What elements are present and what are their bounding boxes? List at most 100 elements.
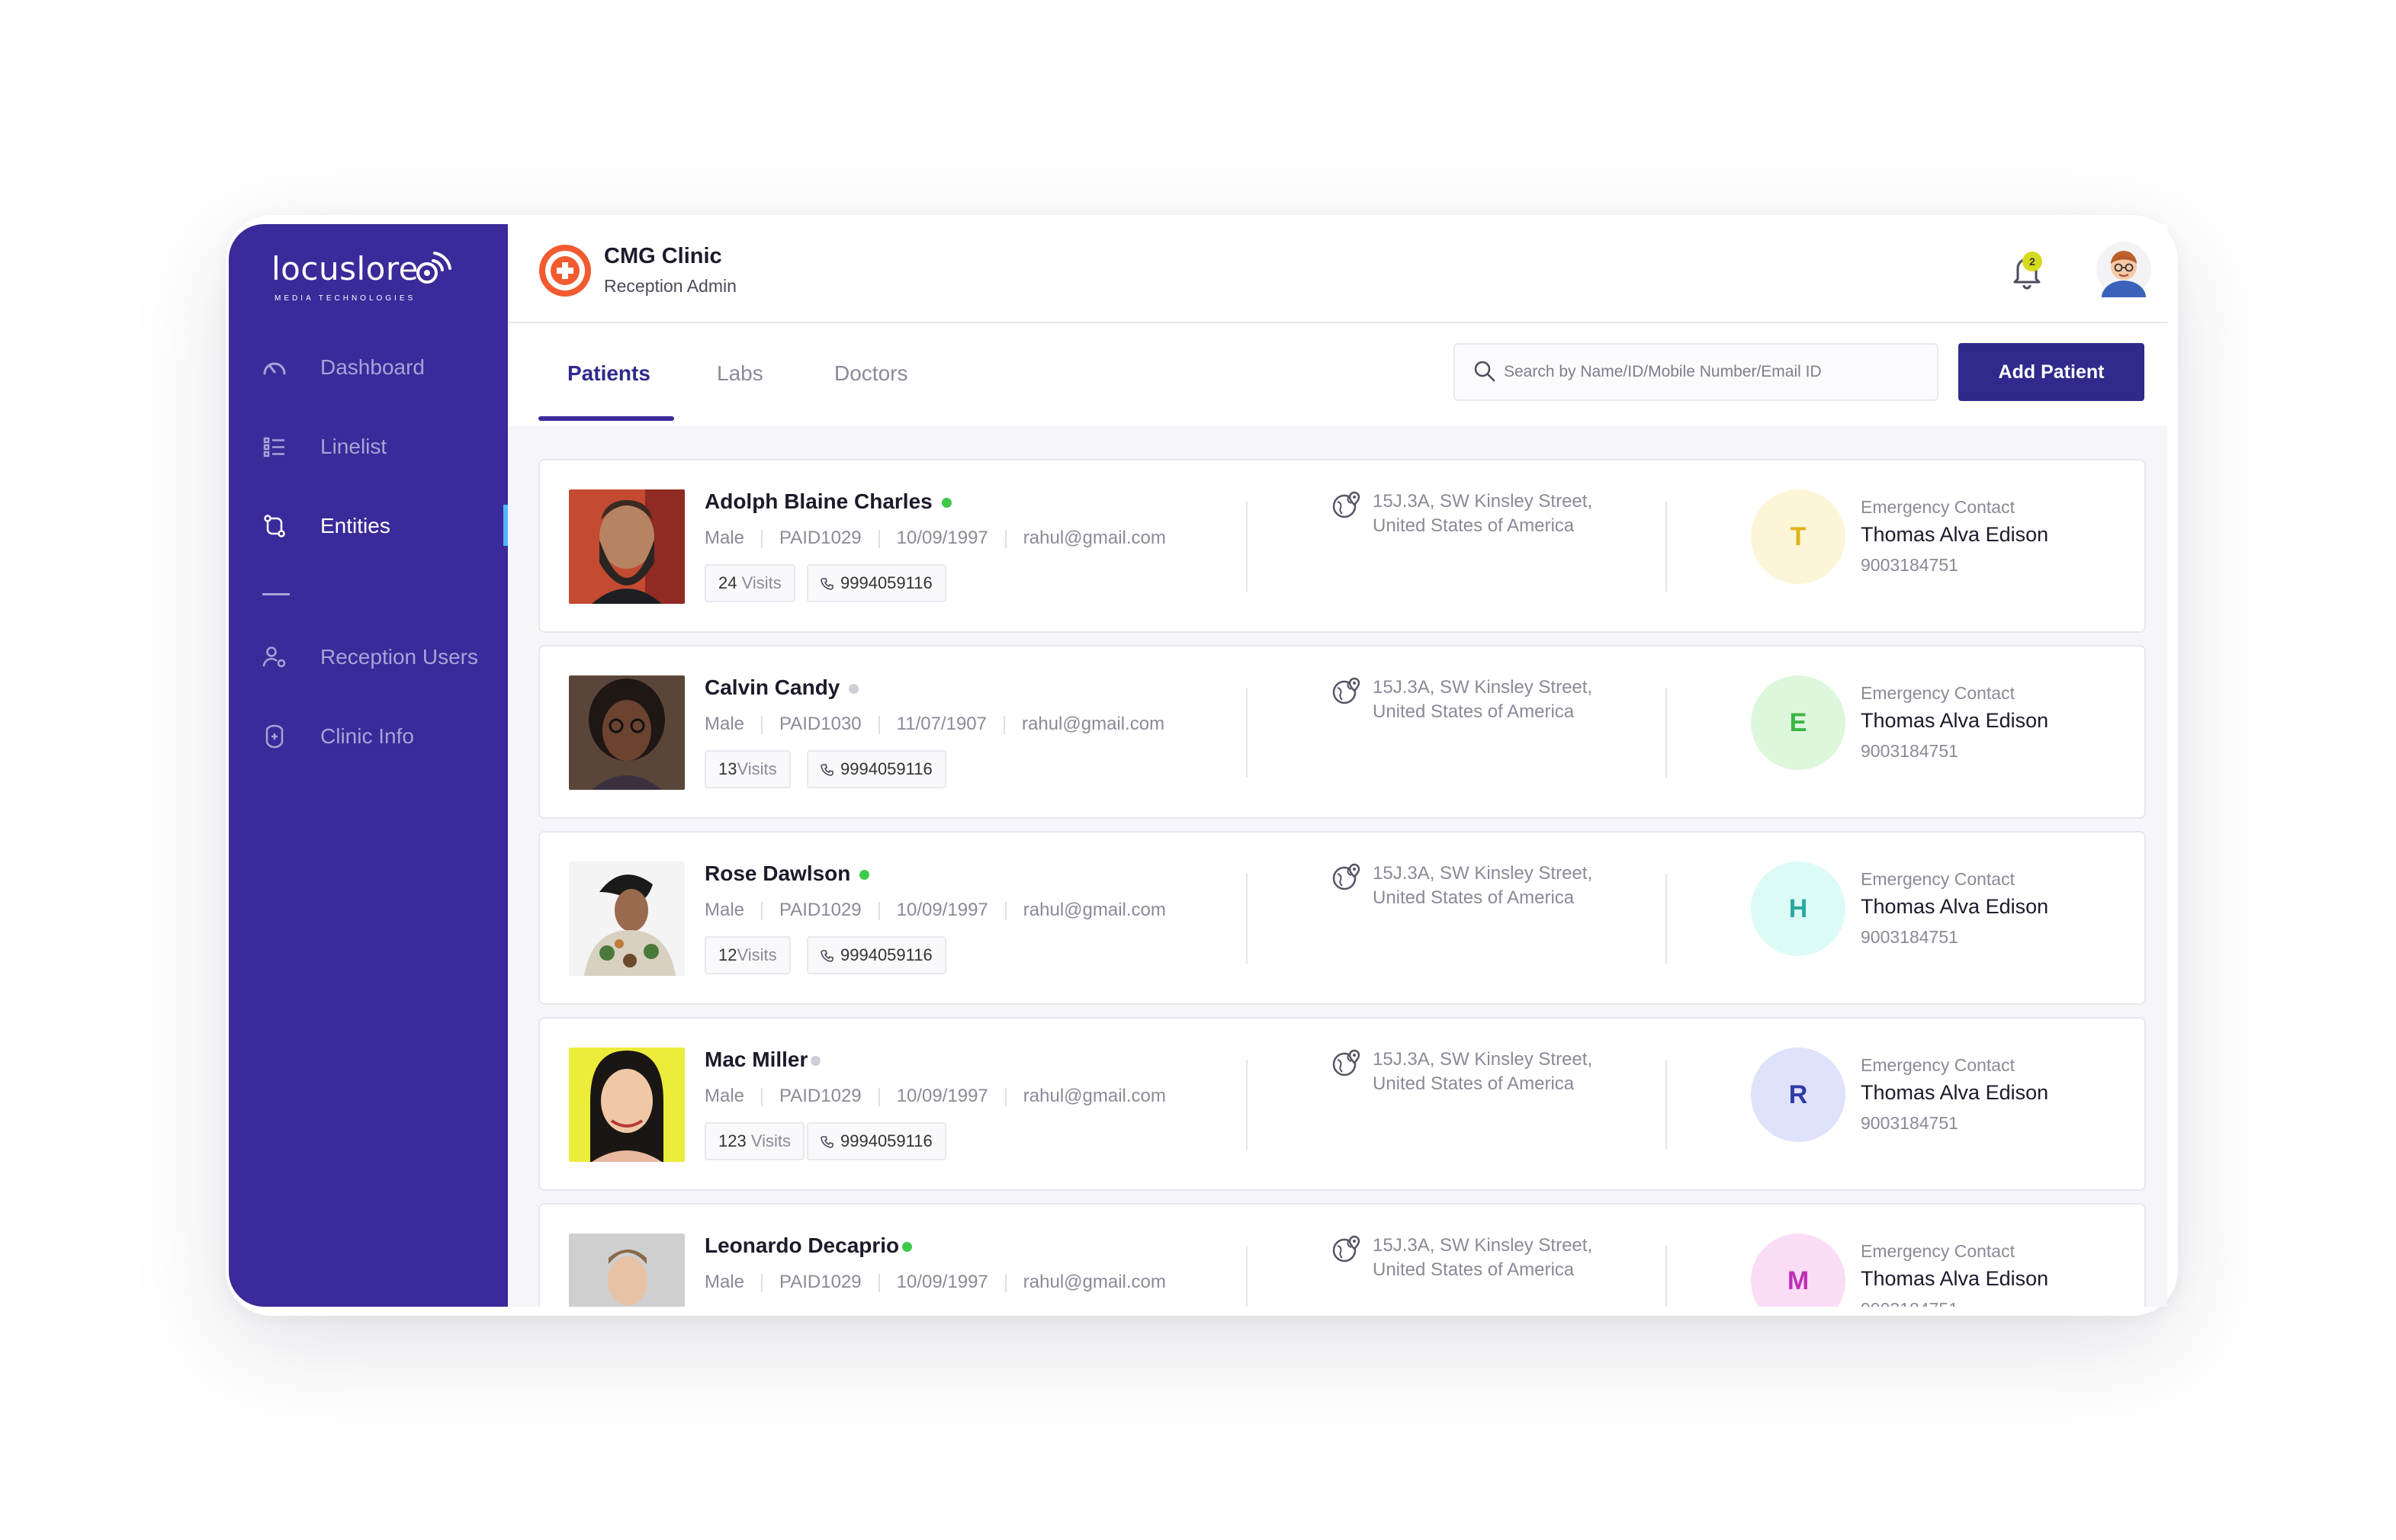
- patient-email[interactable]: rahul@gmail.com: [1023, 1086, 1166, 1106]
- phone-chip[interactable]: 9994059116: [807, 750, 946, 788]
- app-window: locuslore MEDIA TECHNOLOGIES Dashboard L…: [229, 224, 2167, 1307]
- patient-name: Leonardo Decaprio: [705, 1234, 913, 1258]
- address-line-2: United States of America: [1373, 701, 1575, 722]
- emergency-contact-phone: 9003184751: [1861, 741, 1958, 761]
- logo-text: locuslore: [271, 250, 419, 287]
- emergency-contact-name: Thomas Alva Edison: [1861, 523, 2049, 546]
- logo-subtext: MEDIA TECHNOLOGIES: [275, 294, 416, 303]
- sidebar-item-label: Clinic Info: [320, 724, 414, 748]
- visits-count: 24: [718, 573, 737, 592]
- add-patient-button[interactable]: Add Patient: [1958, 343, 2144, 401]
- emergency-contact-phone: 9003184751: [1861, 927, 1958, 947]
- online-status-dot: [941, 498, 952, 509]
- patient-email[interactable]: rahul@gmail.com: [1023, 528, 1166, 548]
- top-header: CMG Clinic Reception Admin 2: [508, 224, 2167, 323]
- online-status-dot: [859, 870, 870, 881]
- patient-id: PAID1029: [779, 528, 862, 548]
- patient-photo: [569, 861, 685, 976]
- patient-dob: 10/09/1997: [896, 528, 988, 548]
- online-status-dot: [902, 1242, 913, 1253]
- entities-icon: [264, 515, 285, 537]
- emergency-contact-label: Emergency Contact: [1861, 1241, 2015, 1261]
- emergency-contact-initial: R: [1751, 1048, 1845, 1142]
- patient-card[interactable]: Calvin Candy Male PAID1030 11/07/1907 rahul…: [538, 645, 2146, 819]
- column-divider: [1246, 688, 1248, 778]
- visits-chip[interactable]: 12Visits: [705, 936, 791, 974]
- clinic-icon: [265, 724, 284, 749]
- separator: [878, 901, 880, 920]
- phone-chip[interactable]: 9994059116: [807, 564, 946, 602]
- visits-chip[interactable]: 13Visits: [705, 750, 791, 788]
- emergency-contact-initial: T: [1751, 489, 1845, 584]
- patient-name-text: Mac Miller: [705, 1048, 808, 1071]
- separator: [1004, 901, 1007, 920]
- sidebar-item-linelist[interactable]: Linelist: [229, 422, 508, 471]
- emergency-contact-initial: M: [1751, 1234, 1845, 1307]
- patient-photo: [569, 1234, 685, 1307]
- patient-name: Rose Dawlson: [705, 861, 870, 886]
- patient-name: Calvin Candy: [705, 675, 859, 700]
- sidebar-item-reception-users[interactable]: Reception Users: [229, 633, 508, 682]
- address-line-2: United States of America: [1373, 1259, 1575, 1280]
- emergency-contact-phone: 9003184751: [1861, 555, 1958, 575]
- tab-labs[interactable]: Labs: [717, 361, 763, 386]
- globe-pin-icon: [1332, 677, 1360, 704]
- patient-email[interactable]: rahul@gmail.com: [1023, 1272, 1166, 1292]
- column-divider: [1665, 688, 1667, 778]
- patient-email[interactable]: rahul@gmail.com: [1022, 714, 1164, 734]
- visits-count: 12: [718, 945, 737, 964]
- phone-chip[interactable]: 9994059116: [807, 936, 946, 974]
- separator: [1004, 1273, 1007, 1292]
- column-divider: [1665, 1246, 1667, 1307]
- sidebar-item-dashboard[interactable]: Dashboard: [229, 343, 508, 392]
- phone-chip[interactable]: 9994059116: [807, 1122, 946, 1160]
- patient-meta: Male PAID1029 10/09/1997 rahul@gmail.com: [705, 1272, 1166, 1293]
- phone-number: 9994059116: [840, 759, 933, 778]
- patient-card[interactable]: Leonardo Decaprio Male PAID1029 10/09/1997…: [538, 1203, 2146, 1307]
- address-line-1: 15J.3A, SW Kinsley Street,: [1373, 863, 1593, 884]
- tab-patients[interactable]: Patients: [567, 361, 650, 386]
- sidebar-item-entities[interactable]: Entities: [229, 502, 508, 550]
- patient-dob: 10/09/1997: [896, 900, 988, 920]
- clinic-name: CMG Clinic: [604, 244, 722, 268]
- user-role: Reception Admin: [604, 276, 737, 296]
- column-divider: [1665, 502, 1667, 592]
- tabs-bar: Patients Labs Doctors Add Patient: [508, 325, 2167, 424]
- patient-card[interactable]: Rose Dawlson Male PAID1029 10/09/1997 rahul…: [538, 831, 2146, 1005]
- visits-chip[interactable]: 24 Visits: [705, 564, 795, 602]
- emergency-contact-name: Thomas Alva Edison: [1861, 709, 2049, 732]
- search-input[interactable]: [1504, 358, 1931, 386]
- patient-photo: [569, 675, 685, 790]
- separator: [1004, 715, 1005, 734]
- phone-number: 9994059116: [840, 945, 933, 964]
- sidebar: locuslore MEDIA TECHNOLOGIES Dashboard L…: [229, 224, 508, 1307]
- patient-email[interactable]: rahul@gmail.com: [1023, 900, 1166, 920]
- clinic-logo: [539, 245, 591, 297]
- separator: [878, 1273, 880, 1292]
- address-line-1: 15J.3A, SW Kinsley Street,: [1373, 1049, 1593, 1070]
- separator: [761, 1273, 763, 1292]
- brand-logo[interactable]: locuslore MEDIA TECHNOLOGIES: [271, 244, 462, 313]
- patient-card[interactable]: Mac Miller Male PAID1029 10/09/1997 rahul@g…: [538, 1017, 2146, 1191]
- search-box[interactable]: [1453, 343, 1938, 401]
- patient-photo: [569, 489, 685, 604]
- emergency-contact-initial: H: [1751, 861, 1845, 956]
- user-avatar[interactable]: [2096, 241, 2152, 297]
- user-settings-icon: [262, 646, 286, 668]
- patient-card[interactable]: Adolph Blaine Charles Male PAID1029 10/09/…: [538, 459, 2146, 633]
- patient-id: PAID1030: [779, 714, 862, 734]
- sidebar-item-label: Reception Users: [320, 645, 478, 669]
- patient-meta: Male PAID1029 10/09/1997 rahul@gmail.com: [705, 900, 1166, 921]
- address-line-2: United States of America: [1373, 1073, 1575, 1094]
- column-divider: [1246, 502, 1248, 592]
- visits-label: Visits: [741, 573, 782, 592]
- sidebar-item-label: Entities: [320, 514, 390, 537]
- address-line-2: United States of America: [1373, 887, 1575, 908]
- phone-icon: [821, 950, 833, 962]
- address-line-1: 15J.3A, SW Kinsley Street,: [1373, 677, 1593, 698]
- sidebar-item-clinic-info[interactable]: Clinic Info: [229, 712, 508, 761]
- patient-id: PAID1029: [779, 1086, 862, 1106]
- tab-doctors[interactable]: Doctors: [834, 361, 907, 386]
- visits-chip[interactable]: 123 Visits: [705, 1122, 805, 1160]
- patient-address: 15J.3A, SW Kinsley Street, United States …: [1373, 489, 1592, 538]
